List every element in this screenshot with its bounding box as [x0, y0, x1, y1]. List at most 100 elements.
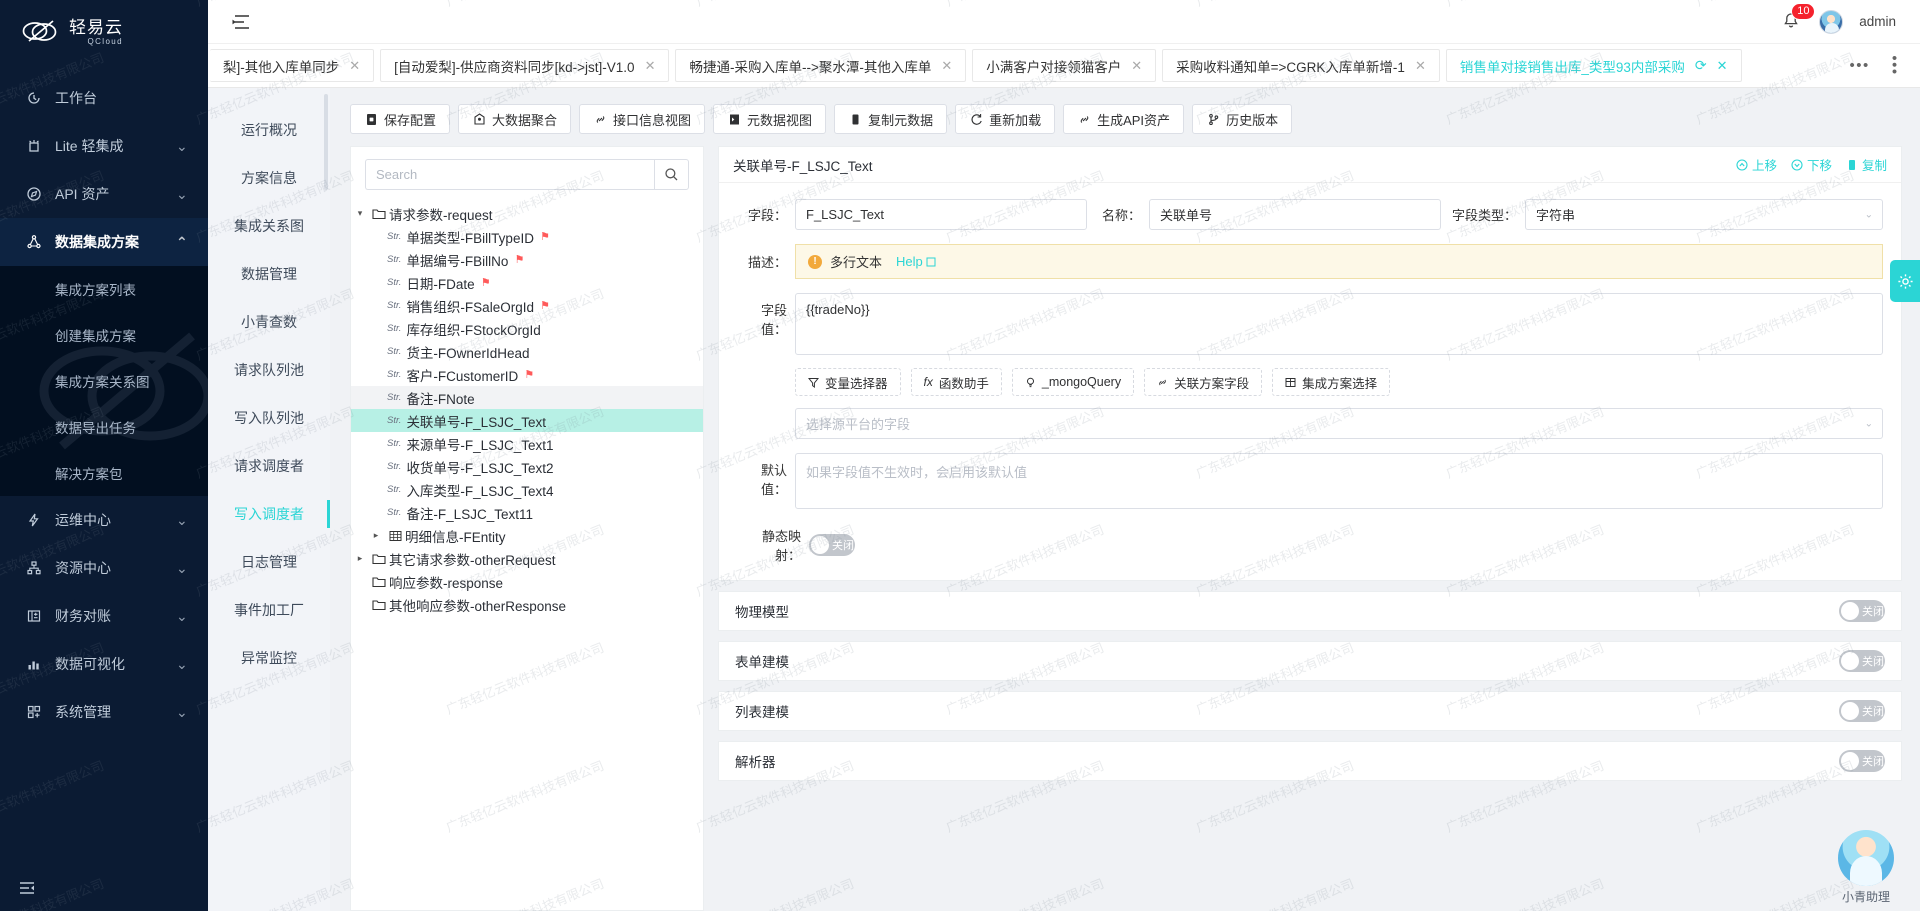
sidebar-item-workbench[interactable]: 工作台	[0, 74, 208, 122]
tab-xiaoman-customer[interactable]: 小满客户对接领猫客户 ✕	[972, 49, 1157, 82]
tree-node-fbillno[interactable]: Str. 单据编号-FBillNo ⚑	[351, 248, 703, 271]
form-modeling-toggle[interactable]: 关闭	[1839, 650, 1885, 672]
close-icon[interactable]: ✕	[1717, 59, 1728, 72]
source-field-select[interactable]: 选择源平台的字段	[795, 408, 1883, 439]
static-mapping-toggle[interactable]: 关闭	[809, 534, 855, 556]
sidebar-item-resource-center[interactable]: 资源中心 ⌄	[0, 544, 208, 592]
sidebar-subitem-create-scheme[interactable]: 创建集成方案	[0, 312, 208, 358]
section-list-modeling[interactable]: 列表建模 关闭	[718, 691, 1902, 731]
bigdata-aggregate-button[interactable]: 大数据聚合	[458, 104, 572, 134]
subnav-item-overview[interactable]: 运行概况	[208, 106, 330, 154]
chevron-down-icon[interactable]: ⌄	[176, 608, 188, 625]
chevron-right-icon[interactable]: ▸	[367, 530, 385, 541]
settings-fab[interactable]	[1890, 260, 1920, 302]
subnav-item-exception-monitor[interactable]: 异常监控	[208, 634, 330, 682]
tree-node-f-lsjc-text2[interactable]: Str. 收货单号-F_LSJC_Text2	[351, 455, 703, 478]
sidebar-item-visualization[interactable]: 数据可视化 ⌄	[0, 640, 208, 688]
subnav-item-data-management[interactable]: 数据管理	[208, 250, 330, 298]
tree-node-f-lsjc-text11[interactable]: Str. 备注-F_LSJC_Text11	[351, 501, 703, 524]
section-physical-model[interactable]: 物理模型 关闭	[718, 591, 1902, 631]
sidebar-subitem-scheme-graph[interactable]: 集成方案关系图	[0, 358, 208, 404]
tab-sales-outbound-type93[interactable]: 销售单对接销售出库_类型93内部采购 ⟳ ✕	[1445, 49, 1742, 82]
chevron-up-icon[interactable]: ⌃	[176, 234, 188, 251]
search-button[interactable]	[654, 159, 689, 190]
copy-metadata-button[interactable]: 复制元数据	[834, 104, 948, 134]
close-icon[interactable]: ✕	[941, 59, 952, 72]
tree-node-f-lsjc-text[interactable]: Str. 关联单号-F_LSJC_Text	[351, 409, 703, 432]
search-input[interactable]	[365, 159, 654, 190]
subnav-item-request-queue[interactable]: 请求队列池	[208, 346, 330, 394]
xiaoqing-assistant[interactable]: 小青助理	[1828, 830, 1904, 905]
close-icon[interactable]: ✕	[1131, 59, 1142, 72]
integration-scheme-select-button[interactable]: 集成方案选择	[1272, 368, 1391, 396]
chevron-down-icon[interactable]: ⌄	[176, 512, 188, 529]
hamburger-collapse-icon[interactable]	[230, 11, 252, 33]
list-modeling-toggle[interactable]: 关闭	[1839, 700, 1885, 722]
tree-node-response[interactable]: 响应参数-response	[351, 570, 703, 593]
interface-info-view-button[interactable]: 接口信息视图	[579, 104, 706, 134]
subnav-item-write-queue[interactable]: 写入队列池	[208, 394, 330, 442]
tree-node-request[interactable]: ▾ 请求参数-request	[351, 202, 703, 225]
chevron-down-icon[interactable]: ▾	[351, 208, 369, 219]
chevron-down-icon[interactable]: ⌄	[176, 186, 188, 203]
history-version-button[interactable]: 历史版本	[1192, 104, 1293, 134]
subnav-item-relation-graph[interactable]: 集成关系图	[208, 202, 330, 250]
sidebar-item-data-integration[interactable]: 数据集成方案 ⌃	[0, 218, 208, 266]
subnav-item-write-scheduler[interactable]: 写入调度者	[208, 490, 330, 538]
name-input[interactable]	[1149, 199, 1441, 230]
sidebar-subitem-scheme-list[interactable]: 集成方案列表	[0, 266, 208, 312]
tree-node-fbilltypeid[interactable]: Str. 单据类型-FBillTypeID ⚑	[351, 225, 703, 248]
move-down-button[interactable]: 下移	[1791, 155, 1832, 174]
subnav-item-event-factory[interactable]: 事件加工厂	[208, 586, 330, 634]
notification-bell[interactable]: 10	[1781, 2, 1816, 33]
sidebar-subitem-export-task[interactable]: 数据导出任务	[0, 404, 208, 450]
close-icon[interactable]: ✕	[645, 59, 656, 72]
help-link[interactable]: Help	[896, 254, 936, 269]
tree-node-otherrequest[interactable]: ▸ 其它请求参数-otherRequest	[351, 547, 703, 570]
sidebar-item-ops-center[interactable]: 运维中心 ⌄	[0, 496, 208, 544]
sidebar-collapse-button[interactable]	[0, 865, 208, 911]
sidebar-item-lite[interactable]: Lite 轻集成 ⌄	[0, 122, 208, 170]
tree-node-fsaleorgid[interactable]: Str. 销售组织-FSaleOrgId ⚑	[351, 294, 703, 317]
brand-logo[interactable]: 轻易云 QCloud	[0, 0, 208, 64]
tree-node-fnote[interactable]: Str. 备注-FNote	[351, 386, 703, 409]
subnav-item-log-management[interactable]: 日志管理	[208, 538, 330, 586]
section-form-modeling[interactable]: 表单建模 关闭	[718, 641, 1902, 681]
variable-selector-button[interactable]: 变量选择器	[795, 368, 901, 396]
tree-node-fentity[interactable]: ▸ 明细信息-FEntity	[351, 524, 703, 547]
chevron-down-icon[interactable]: ⌄	[176, 560, 188, 577]
subnav-item-request-scheduler[interactable]: 请求调度者	[208, 442, 330, 490]
sidebar-subitem-solution-package[interactable]: 解决方案包	[0, 450, 208, 496]
move-up-button[interactable]: 上移	[1736, 155, 1777, 174]
sidebar-item-finance[interactable]: 财务对账 ⌄	[0, 592, 208, 640]
tree-node-f-lsjc-text1[interactable]: Str. 来源单号-F_LSJC_Text1	[351, 432, 703, 455]
chevron-down-icon[interactable]: ⌄	[176, 138, 188, 155]
close-icon[interactable]: ✕	[1415, 59, 1426, 72]
tree-node-f-lsjc-text4[interactable]: Str. 入库类型-F_LSJC_Text4	[351, 478, 703, 501]
sidebar-item-api[interactable]: API 资产 ⌄	[0, 170, 208, 218]
tab-supplier-sync[interactable]: [自动爱梨]-供应商资料同步[kd->jst]-V1.0 ✕	[380, 49, 670, 82]
chevron-down-icon[interactable]: ⌄	[176, 656, 188, 673]
field-value-textarea[interactable]	[795, 293, 1883, 355]
tab-other-inbound-sync[interactable]: 梨]-其他入库单同步 ✕	[210, 49, 375, 82]
chevron-down-icon[interactable]: ⌄	[176, 704, 188, 721]
tree-node-fdate[interactable]: Str. 日期-FDate ⚑	[351, 271, 703, 294]
chevron-right-icon[interactable]: ▸	[351, 553, 369, 564]
field-input[interactable]	[795, 199, 1087, 230]
save-config-button[interactable]: 保存配置	[350, 104, 451, 134]
section-parser[interactable]: 解析器 关闭	[718, 741, 1902, 781]
parser-toggle[interactable]: 关闭	[1839, 750, 1885, 772]
tab-cgrk-inbound-new[interactable]: 采购收料通知单=>CGRK入库单新增-1 ✕	[1162, 49, 1440, 82]
mongo-query-button[interactable]: _mongoQuery	[1011, 368, 1135, 396]
metadata-view-button[interactable]: 元数据视图	[713, 104, 827, 134]
subnav-item-scheme-info[interactable]: 方案信息	[208, 154, 330, 202]
more-horizontal-icon[interactable]: •••	[1849, 57, 1869, 74]
related-scheme-field-button[interactable]: 关联方案字段	[1144, 368, 1263, 396]
copy-field-button[interactable]: 复制	[1846, 155, 1887, 174]
sidebar-item-system[interactable]: 系统管理 ⌄	[0, 688, 208, 736]
avatar[interactable]	[1819, 9, 1844, 34]
subnav-item-xiaoqing-query[interactable]: 小青查数	[208, 298, 330, 346]
tree-node-fowneridhead[interactable]: Str. 货主-FOwnerIdHead	[351, 340, 703, 363]
tree-node-fstockorgid[interactable]: Str. 库存组织-FStockOrgId	[351, 317, 703, 340]
physical-model-toggle[interactable]: 关闭	[1839, 600, 1885, 622]
